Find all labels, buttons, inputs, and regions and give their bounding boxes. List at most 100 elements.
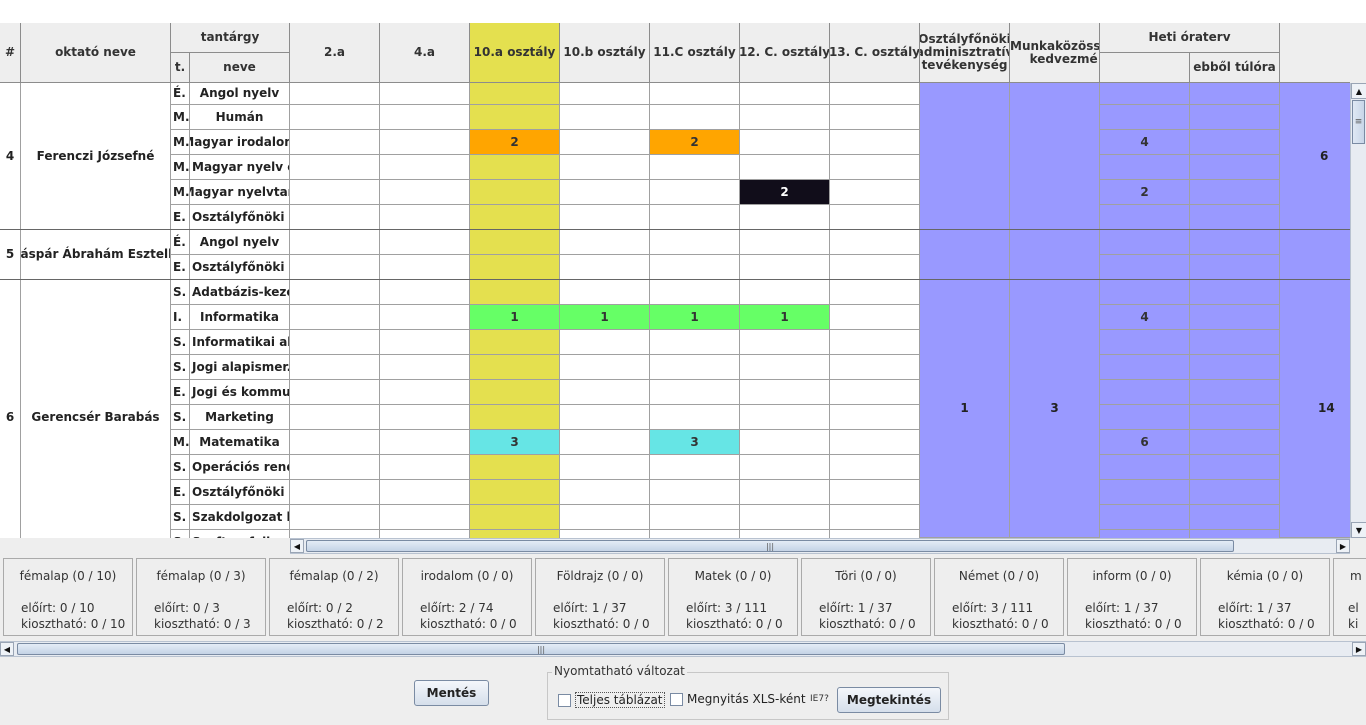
overtime-cell[interactable] [1190,405,1280,430]
class-hours-cell[interactable] [380,355,470,380]
weekly-plan-cell[interactable] [1100,205,1190,230]
class-hours-cell[interactable] [290,530,380,538]
overtime-cell[interactable] [1190,180,1280,205]
save-button[interactable]: Mentés [414,680,489,706]
weekly-plan-cell[interactable] [1100,380,1190,405]
header-subject-name[interactable]: neve [190,53,290,83]
class-hours-cell[interactable] [470,455,560,480]
overtime-cell[interactable] [1190,230,1280,255]
header-subject-type[interactable]: t. [171,53,190,83]
class-hours-cell[interactable] [740,480,830,505]
weekly-plan-cell[interactable] [1100,230,1190,255]
class-hours-cell[interactable] [740,330,830,355]
class-hours-cell[interactable]: 2 [650,130,740,155]
class-hours-cell[interactable] [290,305,380,330]
weekly-plan-cell[interactable] [1100,355,1190,380]
table-horizontal-scroll-thumb[interactable]: ||| [306,540,1234,552]
class-hours-cell[interactable] [290,380,380,405]
class-hours-cell[interactable] [830,230,920,255]
header-heti-sub[interactable] [1100,53,1190,83]
class-hours-cell[interactable] [380,155,470,180]
subject-card[interactable]: Földrajz (0 / 0) előírt: 1 / 37 kiosztható… [535,558,665,636]
class-hours-cell[interactable] [380,180,470,205]
class-hours-cell[interactable]: 1 [560,305,650,330]
class-hours-cell[interactable] [470,355,560,380]
overtime-cell[interactable] [1190,480,1280,505]
class-hours-cell[interactable] [290,155,380,180]
header-class-2[interactable]: 10.a osztály [470,23,560,83]
class-hours-cell[interactable] [650,455,740,480]
class-hours-cell[interactable] [380,455,470,480]
class-hours-cell[interactable] [560,230,650,255]
class-hours-cell[interactable] [830,530,920,538]
class-hours-cell[interactable] [830,480,920,505]
class-hours-cell[interactable] [290,230,380,255]
overtime-cell[interactable] [1190,280,1280,305]
class-hours-cell[interactable] [650,255,740,280]
header-class-5[interactable]: 12. C. osztály [740,23,830,83]
class-hours-cell[interactable] [290,505,380,530]
overtime-cell[interactable] [1190,130,1280,155]
class-hours-cell[interactable] [740,380,830,405]
weekly-plan-cell[interactable] [1100,505,1190,530]
preview-button[interactable]: Megtekintés [837,687,941,713]
class-hours-cell[interactable] [380,105,470,130]
subject-card[interactable]: kémia (0 / 0) előírt: 1 / 37 kiosztható: 0… [1200,558,1330,636]
class-hours-cell[interactable] [380,430,470,455]
class-hours-cell[interactable] [380,255,470,280]
header-subject[interactable]: tantárgy [171,23,290,53]
class-hours-cell[interactable] [830,255,920,280]
weekly-plan-cell[interactable] [1100,530,1190,538]
class-hours-cell[interactable] [830,305,920,330]
subject-card[interactable]: Német (0 / 0) előírt: 3 / 111 kiosztható: … [934,558,1064,636]
class-hours-cell[interactable] [740,455,830,480]
vertical-scrollbar[interactable]: ▲ ≡ ▼ [1350,83,1366,538]
scroll-left-arrow-icon[interactable]: ◀ [0,642,14,656]
class-hours-cell[interactable] [290,330,380,355]
class-hours-cell[interactable] [650,380,740,405]
class-hours-cell[interactable] [470,83,560,105]
header-heti-oraterv[interactable]: Heti óraterv [1100,23,1280,53]
header-class-3[interactable]: 10.b osztály [560,23,650,83]
subject-card[interactable]: fémalap (0 / 2) előírt: 0 / 2 kiosztható: … [269,558,399,636]
class-hours-cell[interactable] [560,130,650,155]
scroll-right-arrow-icon[interactable]: ▶ [1336,539,1350,553]
class-hours-cell[interactable] [290,255,380,280]
class-hours-cell[interactable] [470,505,560,530]
class-hours-cell[interactable] [560,155,650,180]
class-hours-cell[interactable] [470,405,560,430]
overtime-cell[interactable] [1190,330,1280,355]
class-hours-cell[interactable] [560,380,650,405]
class-hours-cell[interactable]: 2 [740,180,830,205]
class-hours-cell[interactable] [740,505,830,530]
class-hours-cell[interactable] [290,105,380,130]
class-hours-cell[interactable] [740,130,830,155]
class-hours-cell[interactable] [830,455,920,480]
class-hours-cell[interactable] [290,130,380,155]
class-hours-cell[interactable] [380,505,470,530]
header-munkakozosseg[interactable]: Munkaközösség kedvezmé [1010,23,1100,83]
class-hours-cell[interactable] [650,155,740,180]
subject-card[interactable]: inform (0 / 0) előírt: 1 / 37 kiosztható: … [1067,558,1197,636]
class-hours-cell[interactable] [560,255,650,280]
class-hours-cell[interactable] [560,83,650,105]
class-hours-cell[interactable] [290,205,380,230]
subject-card[interactable]: fémalap (0 / 3) előírt: 0 / 3 kiosztható: … [136,558,266,636]
class-hours-cell[interactable] [830,83,920,105]
class-hours-cell[interactable] [290,83,380,105]
class-hours-cell[interactable] [650,480,740,505]
scroll-right-arrow-icon[interactable]: ▶ [1352,642,1366,656]
class-hours-cell[interactable] [560,455,650,480]
checkbox-box-icon[interactable] [558,693,571,707]
class-hours-cell[interactable]: 3 [470,430,560,455]
class-hours-cell[interactable] [830,205,920,230]
class-hours-cell[interactable] [560,355,650,380]
class-hours-cell[interactable] [380,130,470,155]
class-hours-cell[interactable] [650,230,740,255]
class-hours-cell[interactable] [470,480,560,505]
overtime-cell[interactable] [1190,455,1280,480]
class-hours-cell[interactable] [830,405,920,430]
weekly-plan-cell[interactable]: 6 [1100,430,1190,455]
header-num[interactable]: # [0,23,21,83]
class-hours-cell[interactable] [290,280,380,305]
